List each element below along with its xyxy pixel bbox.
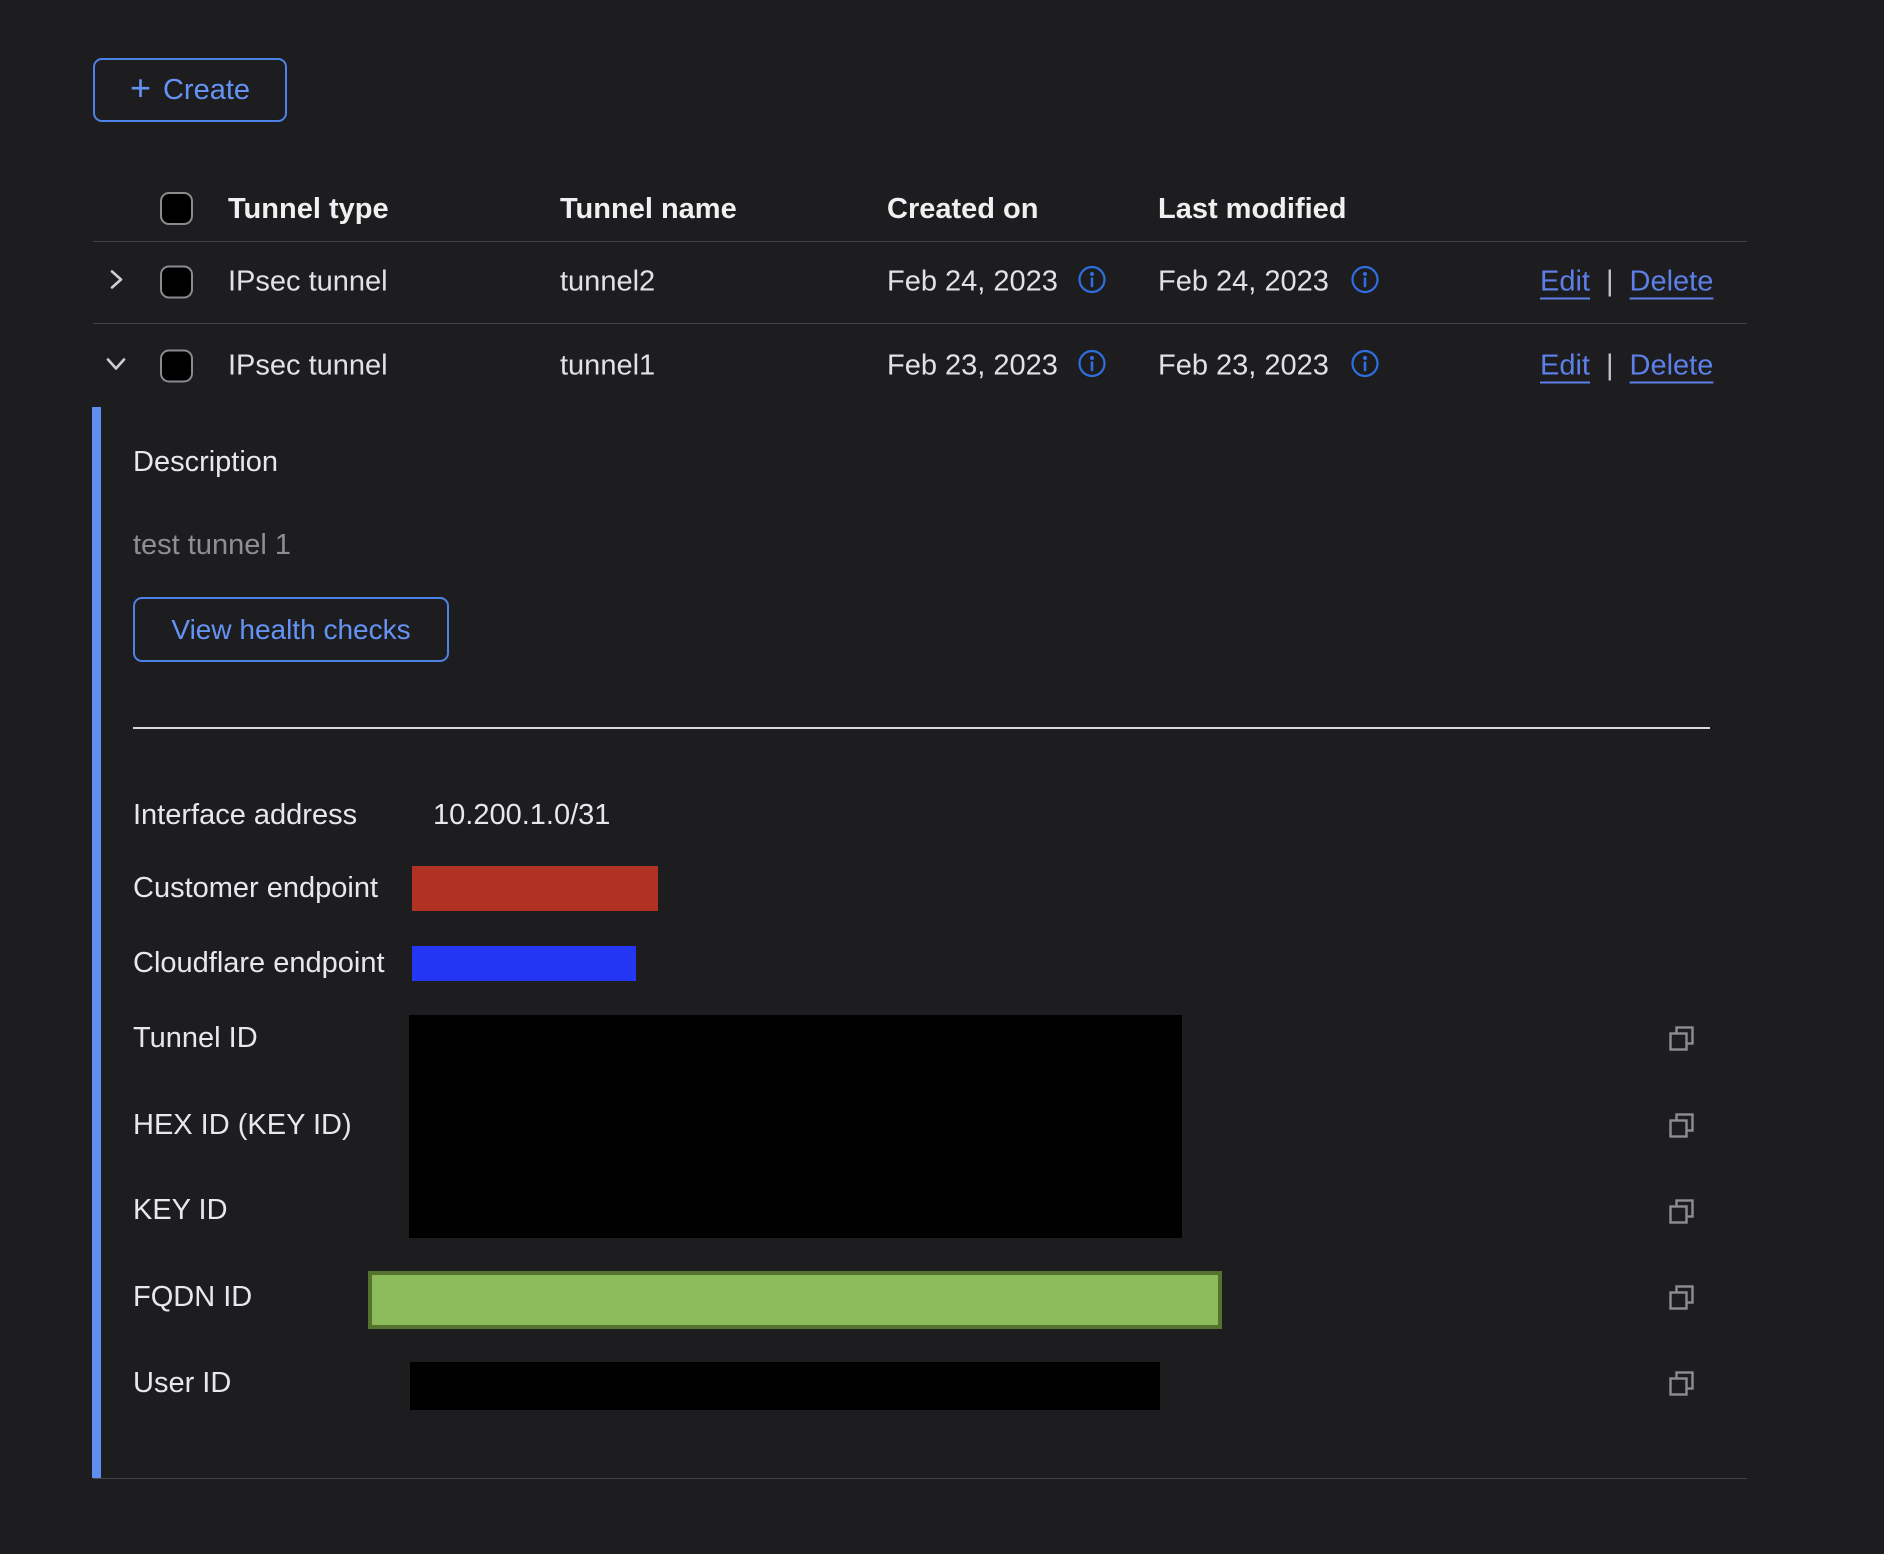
redacted-value-cloudflare-endpoint bbox=[412, 946, 636, 981]
redacted-value-user-id bbox=[410, 1362, 1160, 1410]
edit-link[interactable]: Edit bbox=[1540, 266, 1590, 299]
chevron-right-icon[interactable] bbox=[103, 267, 129, 298]
redacted-value-fqdn-id bbox=[368, 1271, 1222, 1329]
delete-link[interactable]: Delete bbox=[1630, 349, 1714, 382]
copy-icon[interactable] bbox=[1666, 1196, 1698, 1228]
field-label: KEY ID bbox=[133, 1189, 228, 1231]
field-value: 10.200.1.0/31 bbox=[433, 794, 610, 836]
column-header-tunnel-type: Tunnel type bbox=[228, 186, 389, 232]
plus-icon: + bbox=[130, 70, 151, 106]
copy-icon[interactable] bbox=[1666, 1110, 1698, 1142]
chevron-down-icon[interactable] bbox=[103, 350, 129, 381]
view-health-checks-button[interactable]: View health checks bbox=[133, 597, 449, 662]
tunnel-type-cell: IPsec tunnel bbox=[228, 349, 388, 382]
field-label: Interface address bbox=[133, 794, 357, 836]
action-separator: | bbox=[1606, 349, 1614, 382]
last-modified-cell: Feb 23, 2023 bbox=[1158, 349, 1329, 382]
created-on-cell: Feb 23, 2023 bbox=[887, 349, 1058, 382]
field-label: Customer endpoint bbox=[133, 867, 378, 909]
description-label: Description bbox=[133, 441, 278, 483]
redacted-value-customer-endpoint bbox=[412, 866, 658, 911]
info-icon[interactable] bbox=[1350, 265, 1380, 300]
delete-link[interactable]: Delete bbox=[1630, 266, 1714, 299]
edit-link[interactable]: Edit bbox=[1540, 349, 1590, 382]
copy-icon[interactable] bbox=[1666, 1023, 1698, 1055]
field-label: User ID bbox=[133, 1362, 231, 1404]
tunnels-page: + Create Tunnel type Tunnel name Created… bbox=[0, 0, 1884, 1554]
table-row: IPsec tunnel tunnel2 Feb 24, 2023 Feb 24… bbox=[0, 241, 1884, 323]
created-on-cell: Feb 24, 2023 bbox=[887, 266, 1058, 299]
field-label: Tunnel ID bbox=[133, 1017, 258, 1059]
info-icon[interactable] bbox=[1350, 348, 1380, 383]
field-label: FQDN ID bbox=[133, 1276, 252, 1318]
copy-icon[interactable] bbox=[1666, 1368, 1698, 1400]
expanded-row-bottom-divider bbox=[93, 1478, 1747, 1479]
panel-divider bbox=[133, 727, 1710, 729]
description-value: test tunnel 1 bbox=[133, 524, 291, 566]
tunnel-type-cell: IPsec tunnel bbox=[228, 266, 388, 299]
expanded-row-accent-bar bbox=[92, 407, 101, 1478]
column-header-created-on: Created on bbox=[887, 186, 1038, 232]
select-all-checkbox[interactable] bbox=[160, 192, 193, 225]
column-header-last-modified: Last modified bbox=[1158, 186, 1347, 232]
row-checkbox[interactable] bbox=[160, 266, 193, 299]
table-row: IPsec tunnel tunnel1 Feb 23, 2023 Feb 23… bbox=[0, 324, 1884, 407]
row-checkbox[interactable] bbox=[160, 349, 193, 382]
field-label: Cloudflare endpoint bbox=[133, 942, 385, 984]
field-label: HEX ID (KEY ID) bbox=[133, 1104, 352, 1146]
action-separator: | bbox=[1606, 266, 1614, 299]
create-button-label: Create bbox=[163, 74, 250, 107]
last-modified-cell: Feb 24, 2023 bbox=[1158, 266, 1329, 299]
tunnel-name-cell: tunnel1 bbox=[560, 349, 655, 382]
tunnel-name-cell: tunnel2 bbox=[560, 266, 655, 299]
info-icon[interactable] bbox=[1077, 348, 1107, 383]
column-header-tunnel-name: Tunnel name bbox=[560, 186, 737, 232]
redacted-value-tunnel-ids bbox=[409, 1015, 1182, 1238]
create-button[interactable]: + Create bbox=[93, 58, 287, 122]
copy-icon[interactable] bbox=[1666, 1282, 1698, 1314]
info-icon[interactable] bbox=[1077, 265, 1107, 300]
